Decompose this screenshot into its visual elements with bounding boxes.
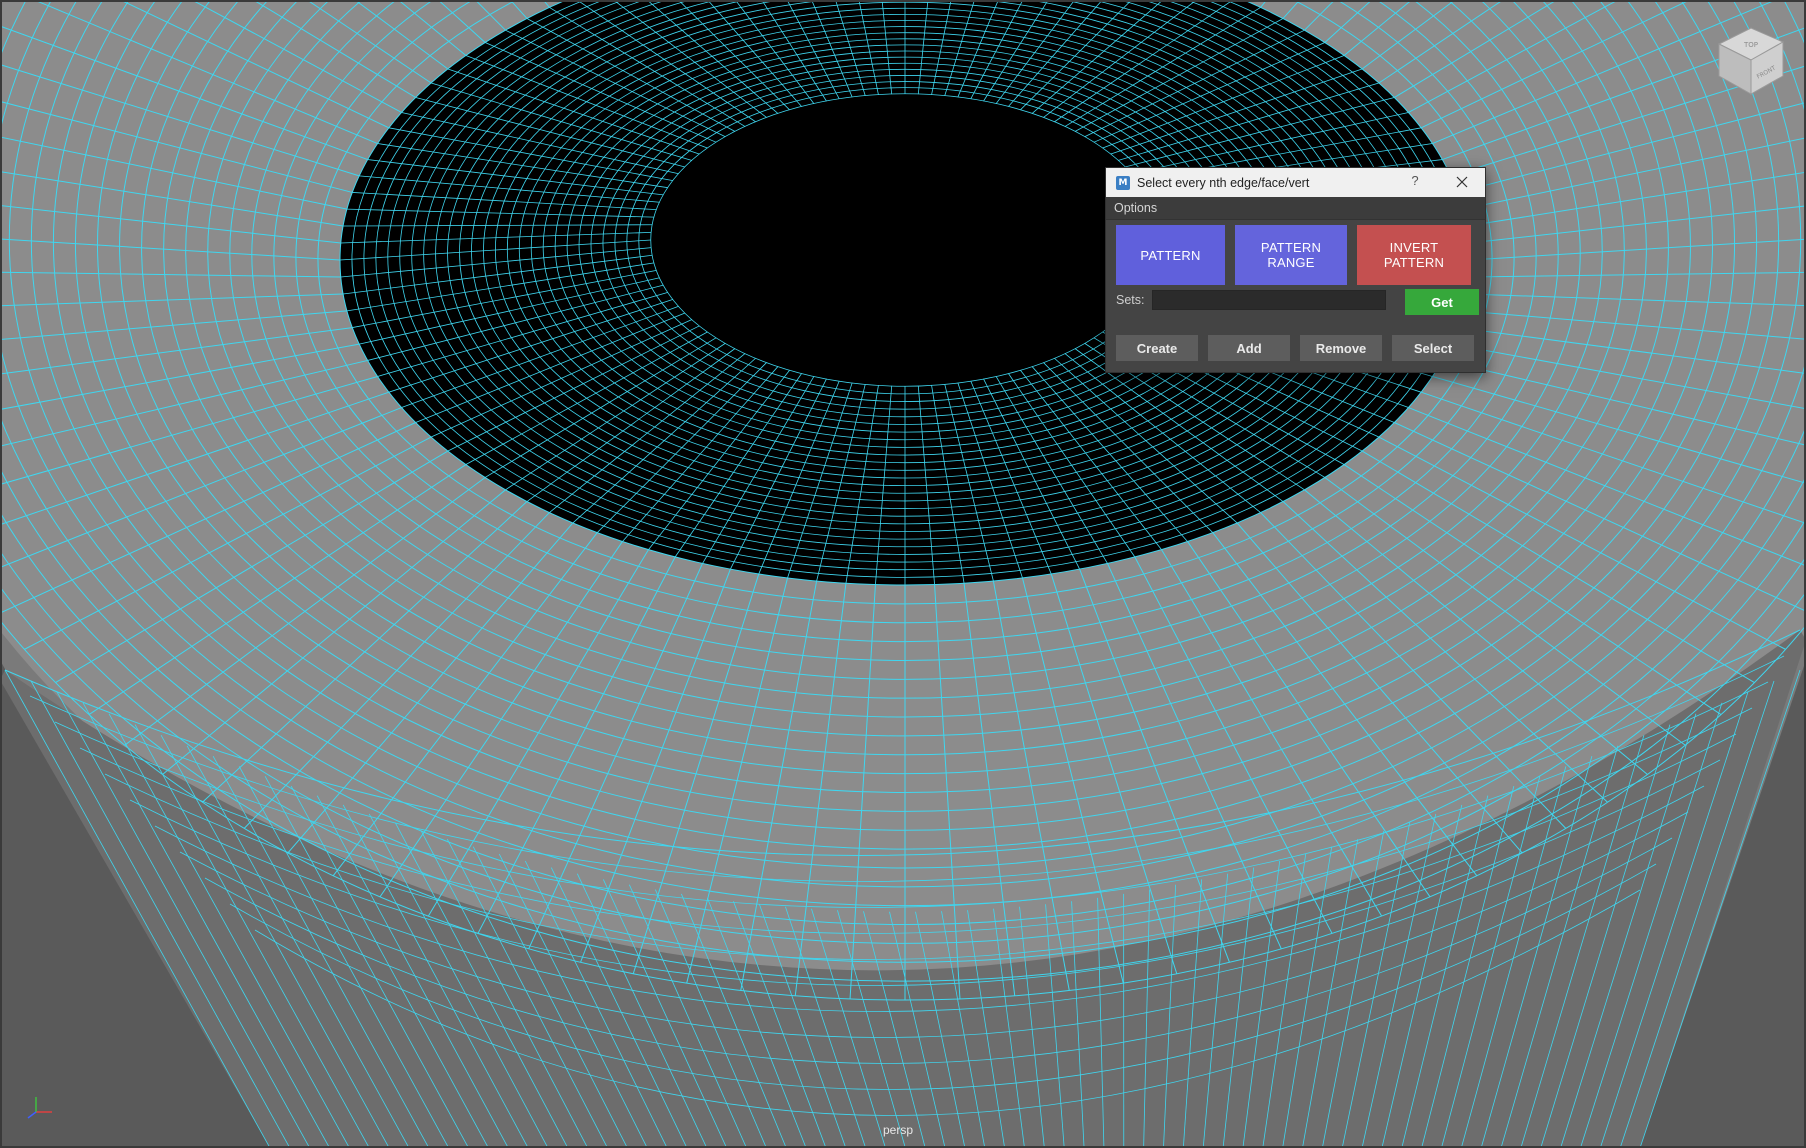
viewcube-top-label: TOP xyxy=(1743,41,1758,49)
pattern-button-row: PATTERN PATTERN RANGE INVERT PATTERN xyxy=(1116,225,1475,285)
help-button[interactable]: ? xyxy=(1405,173,1425,188)
invert-pattern-button[interactable]: INVERT PATTERN xyxy=(1357,225,1471,285)
cylinder-mesh[interactable] xyxy=(0,0,1806,1148)
maya-viewport[interactable]: TOP FRONT persp xyxy=(0,0,1806,1148)
pattern-button[interactable]: PATTERN xyxy=(1116,225,1225,285)
dialog-menubar: Options xyxy=(1106,197,1485,220)
axis-gizmo-icon xyxy=(22,1092,58,1122)
pattern-range-button[interactable]: PATTERN RANGE xyxy=(1235,225,1347,285)
dialog-titlebar[interactable]: M Select every nth edge/face/vert ? xyxy=(1106,168,1485,197)
dialog-title: Select every nth edge/face/vert xyxy=(1137,175,1310,190)
viewcube[interactable]: TOP FRONT xyxy=(1705,14,1791,100)
sets-label: Sets: xyxy=(1116,293,1145,307)
remove-button[interactable]: Remove xyxy=(1300,335,1382,361)
set-actions-row: Create Add Remove Select xyxy=(1116,335,1474,361)
sets-input[interactable] xyxy=(1152,290,1386,310)
select-nth-dialog[interactable]: M Select every nth edge/face/vert ? Opti… xyxy=(1105,167,1486,373)
create-button[interactable]: Create xyxy=(1116,335,1198,361)
close-icon[interactable] xyxy=(1451,171,1473,193)
maya-app-icon: M xyxy=(1116,175,1130,190)
add-button[interactable]: Add xyxy=(1208,335,1290,361)
sets-row: Sets: Get xyxy=(1116,280,1479,315)
get-button[interactable]: Get xyxy=(1405,289,1479,315)
menu-options[interactable]: Options xyxy=(1106,201,1157,215)
camera-label: persp xyxy=(883,1123,914,1137)
select-button[interactable]: Select xyxy=(1392,335,1474,361)
